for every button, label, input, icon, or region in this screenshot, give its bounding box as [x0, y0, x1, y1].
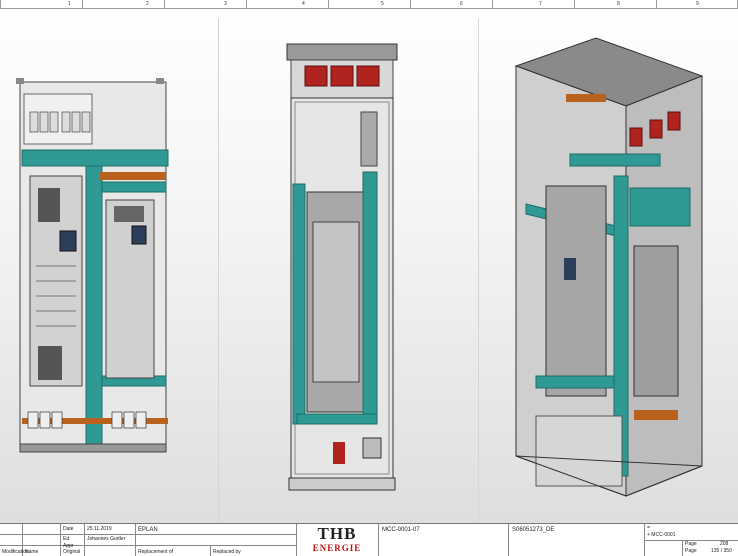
- ed-value: Johannes Gurtler: [87, 536, 126, 542]
- cabinet-side-view: [286, 43, 398, 491]
- ruler-col-5: 5: [381, 1, 384, 7]
- original-label: Original: [63, 549, 81, 555]
- drawing-canvas: 1 2 3 4 5 6 7 8 9 Date 25.11.2019 Ed Joh…: [0, 0, 738, 556]
- equipment-symbol: =: [647, 525, 650, 531]
- project-number: S06051273_DE: [512, 527, 555, 533]
- location-label: + MCC-0001: [647, 532, 676, 538]
- cabinet-front-view: [16, 78, 169, 453]
- ruler-col-3: 3: [224, 1, 227, 7]
- ed-label: Ed: [63, 536, 70, 542]
- ruler-col-4: 4: [302, 1, 305, 7]
- page-of-label: Page: [685, 548, 697, 554]
- cabinet-isometric-view: [514, 37, 704, 497]
- name-label: Name: [25, 549, 39, 555]
- date-label: Date: [63, 526, 74, 532]
- ruler-col-1: 1: [68, 1, 71, 7]
- ruler-col-7: 7: [539, 1, 542, 7]
- page-label: Page: [685, 541, 697, 547]
- column-ruler: 1 2 3 4 5 6 7 8 9: [0, 0, 738, 9]
- replaced-by-label: Replaced by: [213, 549, 241, 555]
- logo-main-text: THB: [317, 524, 357, 543]
- drawing-number: MCC-0001-07: [382, 527, 420, 533]
- ruler-col-6: 6: [460, 1, 463, 7]
- ruler-col-9: 9: [696, 1, 699, 7]
- replacement-label: Replacement of: [138, 549, 174, 555]
- logo-sub-text: ENERGIE: [312, 543, 362, 553]
- date-value: 25.11.2019: [87, 526, 112, 532]
- ruler-col-2: 2: [146, 1, 149, 7]
- view-separator: [478, 18, 479, 523]
- page-value: 208: [720, 541, 729, 547]
- view-separator: [218, 18, 219, 523]
- title-block: Date 25.11.2019 Ed Johannes Gurtler Appr…: [0, 523, 738, 556]
- eplan-label: EPLAN: [138, 527, 158, 533]
- company-logo: THB ENERGIE: [300, 525, 374, 555]
- page-of-value: 135 / 350: [711, 548, 732, 554]
- ruler-col-8: 8: [617, 1, 620, 7]
